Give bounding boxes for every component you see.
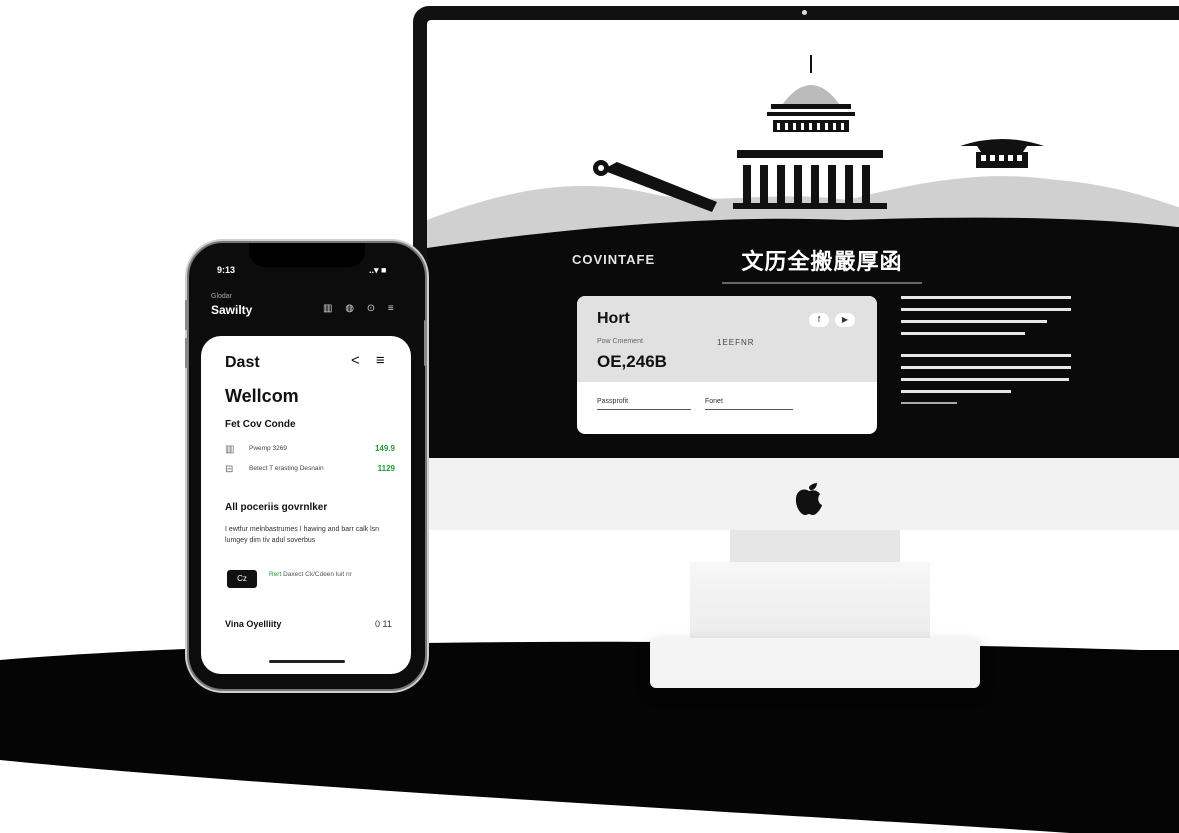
status-time: 9:13 xyxy=(217,265,236,275)
home-indicator[interactable] xyxy=(269,660,345,663)
phone-notch xyxy=(249,243,365,267)
list-item-label: Pwemp 3269 xyxy=(249,445,287,452)
app-eyebrow: Glodar xyxy=(211,293,233,300)
phone-main-card: Dast < ≡ Wellcom Fet Cov Conde ▥ Pwemp 3… xyxy=(201,336,411,674)
capitol-building-icon xyxy=(733,55,887,209)
footer-label[interactable]: Vina Oyelliity xyxy=(225,619,281,629)
info-card-title: Hort xyxy=(597,310,630,327)
footer-value: 0 11 xyxy=(375,619,392,629)
volume-button xyxy=(185,300,188,330)
info-card-subtitle: Pow Cmement xyxy=(597,338,643,345)
text-line xyxy=(901,366,1071,369)
info-card: Hort f ▶ Pow Cmement 1EEFNR OE,246B Pass… xyxy=(577,296,877,434)
info-card-value: OE,246B xyxy=(597,352,667,371)
text-line xyxy=(901,354,1071,357)
status-icons: ..▾ ■ xyxy=(369,265,387,275)
password-field[interactable]: Passprofit xyxy=(597,398,691,410)
monitor-neck xyxy=(730,530,900,562)
card-play-button[interactable]: ▶ xyxy=(835,313,855,327)
text-line xyxy=(901,308,1071,311)
section-heading: Fet Cov Conde xyxy=(225,419,296,430)
info-card-code: 1EEFNR xyxy=(717,338,755,347)
apple-logo-icon xyxy=(795,483,822,515)
section-heading: All poceriis govrnlker xyxy=(225,502,328,513)
brand-logo-text: COVINTAFE xyxy=(572,252,656,267)
text-line xyxy=(901,402,957,404)
action-note-highlight: Rert xyxy=(269,571,282,578)
monitor-screen: COVINTAFE 文历全搬嚴厚函 Hort f ▶ Pow Cmement 1… xyxy=(427,20,1179,458)
pagoda-icon xyxy=(960,139,1044,168)
document-icon: ▥ xyxy=(225,444,235,455)
text-line xyxy=(901,320,1047,323)
list-item-amount: 149.9 xyxy=(374,444,395,453)
app-title: Sawilty xyxy=(211,303,253,317)
screen-title: Dast xyxy=(225,354,260,371)
list-item[interactable]: ▥ Pwemp 3269 149.9 xyxy=(225,444,395,464)
text-line xyxy=(901,378,1069,381)
monitor-foot xyxy=(650,638,980,688)
text-line xyxy=(901,332,1025,335)
action-button[interactable]: Cz xyxy=(227,570,257,588)
list-item[interactable]: ⊟ Betect T erasting Desnain 1129 xyxy=(225,464,395,484)
action-note: Rert Daxect Ck/Cdeen luit nr xyxy=(269,570,379,579)
list-item-label: Betect T erasting Desnain xyxy=(249,465,324,472)
back-menu-icons[interactable]: < ≡ xyxy=(351,352,391,369)
text-line xyxy=(901,390,1011,393)
volume-button xyxy=(185,338,188,368)
description-text: I ewtfur melnbastrumes I hawing and barr… xyxy=(225,526,380,544)
action-note-text: Daxect Ck/Cdeen luit nr xyxy=(283,571,352,578)
form-field[interactable]: Fonet xyxy=(705,398,793,410)
phone-device: 9:13 ..▾ ■ Glodar Sawilty ▥ ◍ ⊙ ≡ Dast <… xyxy=(187,241,427,691)
power-button xyxy=(424,320,427,366)
welcome-heading: Wellcom xyxy=(225,386,299,406)
text-line xyxy=(901,296,1071,299)
header-toolbar-icons[interactable]: ▥ ◍ ⊙ ≡ xyxy=(323,303,399,314)
list-item-amount: 1129 xyxy=(377,464,395,473)
brand-title-cjk: 文历全搬嚴厚函 xyxy=(722,244,922,284)
card-icon: ⊟ xyxy=(225,464,234,475)
camera-icon xyxy=(802,10,807,15)
monitor-stand xyxy=(690,562,930,638)
card-action-button[interactable]: f xyxy=(809,313,829,327)
